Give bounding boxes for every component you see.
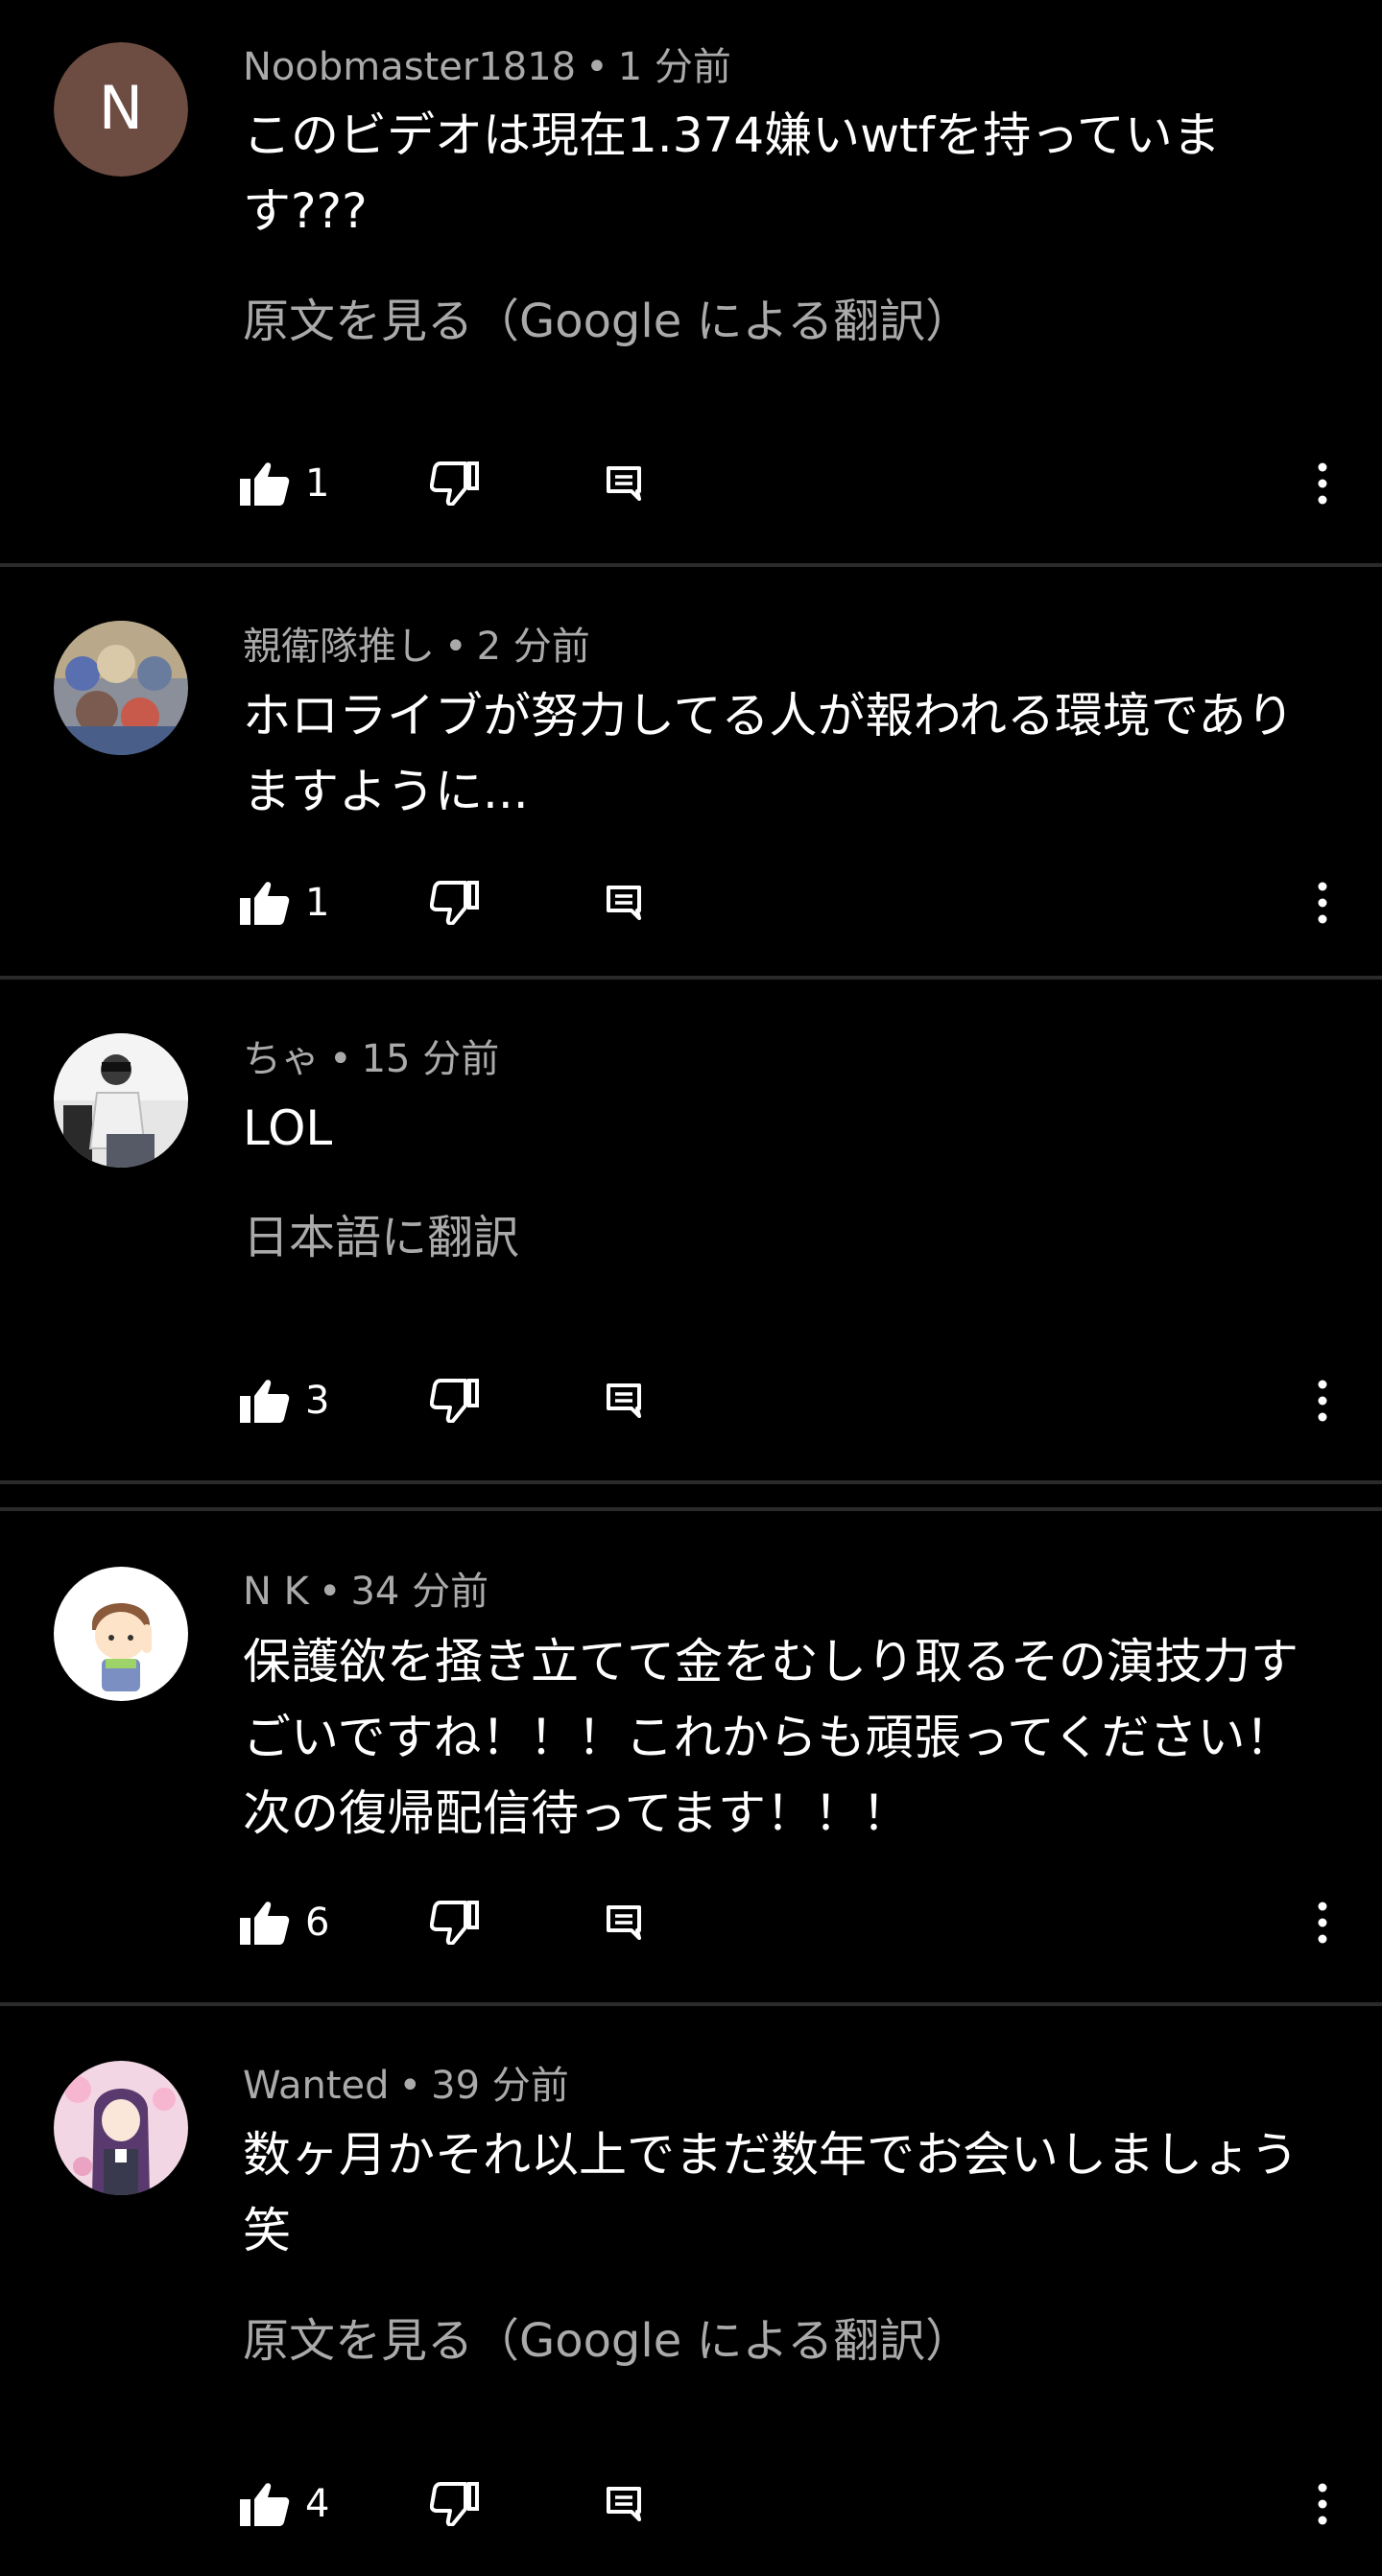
author-name[interactable]: 親衛隊推し bbox=[243, 625, 435, 669]
comment-actions: 1 bbox=[0, 864, 1382, 941]
reply-comment-icon bbox=[607, 1905, 641, 1940]
like-count: 1 bbox=[305, 461, 330, 506]
like-count: 4 bbox=[305, 2482, 330, 2526]
translate-link[interactable]: 原文を見る（Google による翻訳） bbox=[243, 2312, 971, 2370]
comment-divider bbox=[0, 1480, 1382, 1484]
meta-separator: • bbox=[329, 1037, 352, 1081]
more-vertical-icon bbox=[1318, 2483, 1327, 2525]
avatar[interactable] bbox=[54, 2061, 188, 2195]
more-vertical-icon bbox=[1318, 462, 1327, 505]
like-count: 6 bbox=[305, 1901, 330, 1945]
avatar[interactable] bbox=[54, 621, 188, 755]
reply-comment-icon bbox=[607, 466, 641, 501]
comment-actions: 3 bbox=[0, 1362, 1382, 1439]
comment-text: このビデオは現在1.374嫌いwtfを持っていま す??? bbox=[243, 107, 1221, 239]
avatar-letter-icon: N bbox=[54, 42, 188, 177]
dislike-button[interactable] bbox=[430, 2466, 480, 2542]
anime-girl-icon bbox=[54, 2061, 188, 2195]
comment-meta: Noobmaster1818 • 1 分前 bbox=[243, 44, 731, 90]
comment-text: LOL bbox=[243, 1100, 333, 1156]
reply-button[interactable] bbox=[605, 445, 643, 522]
timestamp: 34 分前 bbox=[350, 1570, 489, 1614]
comment-text: ホロライブが努力してる人が報われる環境であり ますように... bbox=[243, 688, 1295, 819]
comment-divider bbox=[0, 2002, 1382, 2006]
anime-group-icon bbox=[54, 621, 188, 755]
author-name[interactable]: N K bbox=[243, 1570, 309, 1614]
author-name[interactable]: Noobmaster1818 bbox=[243, 45, 576, 89]
dislike-button[interactable] bbox=[430, 1362, 480, 1439]
like-button[interactable]: 1 bbox=[240, 445, 329, 522]
comment-meta: ちゃ • 15 分前 bbox=[243, 1036, 499, 1082]
more-options-button[interactable] bbox=[1307, 2466, 1338, 2542]
reply-button[interactable] bbox=[605, 864, 643, 941]
more-options-button[interactable] bbox=[1307, 1884, 1338, 1961]
avatar[interactable]: N bbox=[54, 42, 188, 177]
avatar[interactable] bbox=[54, 1567, 188, 1701]
meta-separator: • bbox=[444, 625, 467, 669]
like-count: 3 bbox=[305, 1379, 330, 1423]
author-name[interactable]: Wanted bbox=[243, 2064, 390, 2108]
timestamp: 39 分前 bbox=[431, 2064, 569, 2108]
thumbs-up-icon bbox=[240, 462, 290, 506]
translate-link[interactable]: 原文を見る（Google による翻訳） bbox=[243, 293, 971, 350]
reply-comment-icon bbox=[607, 1383, 641, 1418]
more-vertical-icon bbox=[1318, 1902, 1327, 1944]
cartoon-boy-icon bbox=[54, 1567, 188, 1701]
more-options-button[interactable] bbox=[1307, 864, 1338, 941]
thumbs-down-icon bbox=[430, 881, 479, 925]
thumbs-up-icon bbox=[240, 1902, 290, 1945]
dislike-button[interactable] bbox=[430, 864, 480, 941]
meta-separator: • bbox=[585, 45, 608, 89]
comment-actions: 1 bbox=[0, 445, 1382, 522]
thumbs-down-icon bbox=[430, 1379, 479, 1423]
thumbs-down-icon bbox=[430, 461, 479, 506]
like-button[interactable]: 3 bbox=[240, 1362, 329, 1439]
dislike-button[interactable] bbox=[430, 1884, 480, 1961]
reply-button[interactable] bbox=[605, 1362, 643, 1439]
comment-meta: N K • 34 分前 bbox=[243, 1569, 488, 1615]
more-vertical-icon bbox=[1318, 1380, 1327, 1422]
more-vertical-icon bbox=[1318, 882, 1327, 924]
comment-text: 数ヶ月かそれ以上でまだ数年でお会いしましょう 笑 bbox=[243, 2127, 1299, 2258]
author-name[interactable]: ちゃ bbox=[243, 1037, 320, 1081]
meta-separator: • bbox=[318, 1570, 342, 1614]
like-button[interactable]: 6 bbox=[240, 1884, 329, 1961]
like-button[interactable]: 1 bbox=[240, 864, 329, 941]
reply-comment-icon bbox=[607, 886, 641, 920]
comment-actions: 4 bbox=[0, 2466, 1382, 2542]
comment-divider bbox=[0, 976, 1382, 980]
like-button[interactable]: 4 bbox=[240, 2466, 329, 2542]
comment-text: 保護欲を掻き立てて金をむしり取るその演技力す ごいですね！！！これからも頑張って… bbox=[243, 1634, 1299, 1841]
timestamp: 1 分前 bbox=[617, 45, 731, 89]
thumbs-up-icon bbox=[240, 882, 290, 925]
dislike-button[interactable] bbox=[430, 445, 480, 522]
translate-link[interactable]: 日本語に翻訳 bbox=[243, 1209, 519, 1266]
more-options-button[interactable] bbox=[1307, 445, 1338, 522]
reply-button[interactable] bbox=[605, 2466, 643, 2542]
reply-comment-icon bbox=[607, 2487, 641, 2521]
meta-separator: • bbox=[398, 2064, 422, 2108]
avatar-letter: N bbox=[99, 73, 143, 143]
comment-meta: 親衛隊推し • 2 分前 bbox=[243, 624, 590, 670]
comment-meta: Wanted • 39 分前 bbox=[243, 2063, 569, 2109]
more-options-button[interactable] bbox=[1307, 1362, 1338, 1439]
timestamp: 15 分前 bbox=[361, 1037, 500, 1081]
reply-button[interactable] bbox=[605, 1884, 643, 1961]
timestamp: 2 分前 bbox=[476, 625, 590, 669]
thumbs-up-icon bbox=[240, 2483, 290, 2526]
avatar[interactable] bbox=[54, 1033, 188, 1168]
comment-actions: 6 bbox=[0, 1884, 1382, 1961]
comment-divider bbox=[0, 563, 1382, 567]
person-photo-icon bbox=[54, 1033, 188, 1168]
thumbs-down-icon bbox=[430, 2482, 479, 2526]
thumbs-down-icon bbox=[430, 1901, 479, 1945]
comment-divider bbox=[0, 1507, 1382, 1511]
like-count: 1 bbox=[305, 881, 330, 925]
thumbs-up-icon bbox=[240, 1380, 290, 1423]
